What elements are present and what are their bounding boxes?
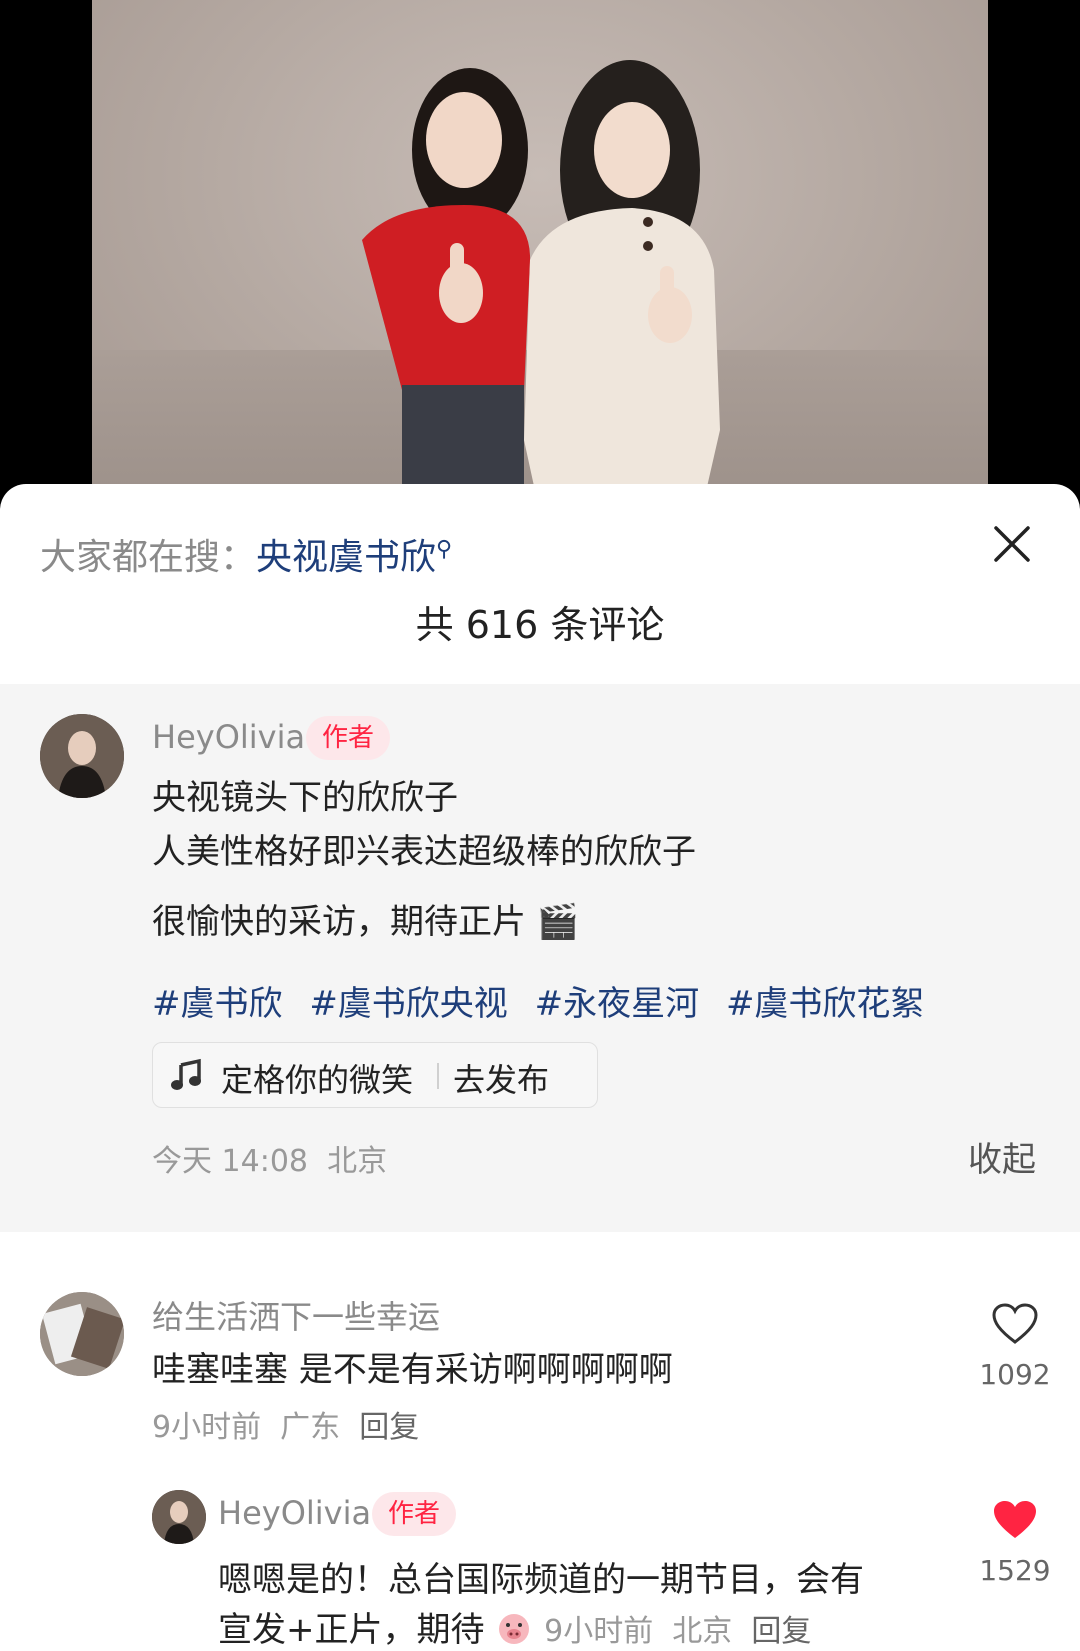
avatar[interactable] (40, 1292, 124, 1376)
comments-sheet: 大家都在搜：央视虞书欣⚲ 共 616 条评论 HeyOlivia 作者 央视镜头… (0, 484, 1080, 1651)
reply-meta: 9小时前 北京 回复 (544, 1614, 811, 1649)
avatar[interactable] (40, 714, 124, 798)
music-chip[interactable]: 定格你的微笑 去发布 (152, 1042, 598, 1108)
comment-time: 今天 14:08 (152, 1144, 308, 1179)
reply-text-line: 宣发+正片，期待 9小时前 北京 回复 (218, 1602, 811, 1651)
music-title: 定格你的微笑 (221, 1061, 414, 1099)
hashtag[interactable]: #永夜星河 (535, 984, 700, 1024)
comment-location: 北京 (327, 1144, 388, 1179)
search-suggestion[interactable]: 大家都在搜：央视虞书欣⚲ (40, 528, 452, 580)
comment-location: 广东 (280, 1410, 341, 1445)
author-badge: 作者 (306, 716, 390, 760)
pig-emoji-icon (499, 1614, 530, 1644)
chip-divider (437, 1063, 439, 1089)
hashtag[interactable]: #虞书欣花絮 (726, 984, 925, 1024)
comment-text-line: 人美性格好即兴表达超级棒的欣欣子 (152, 832, 696, 872)
two-people-illustration (362, 60, 720, 500)
hashtag-list: #虞书欣 #虞书欣央视 #永夜星河 #虞书欣花絮 (152, 976, 940, 1025)
hashtag[interactable]: #虞书欣央视 (309, 984, 508, 1024)
like-count: 1529 (979, 1554, 1051, 1587)
reply-username[interactable]: HeyOlivia (218, 1494, 371, 1532)
comment-text-line: 很愉快的采访，期待正片 🎬 (152, 902, 580, 942)
reply-button[interactable]: 回复 (359, 1410, 419, 1445)
post-photo[interactable] (0, 0, 1080, 500)
close-icon[interactable] (990, 522, 1034, 566)
like-button[interactable]: 1092 (970, 1302, 1060, 1391)
hashtag[interactable]: #虞书欣 (152, 984, 283, 1024)
comment-text: 哇塞哇塞 是不是有采访啊啊啊啊啊 (152, 1350, 673, 1390)
comment-meta: 9小时前 广东 回复 (152, 1402, 419, 1446)
like-count: 1092 (979, 1358, 1051, 1391)
avatar[interactable] (152, 1490, 206, 1544)
search-keyword[interactable]: 央视虞书欣 (256, 537, 436, 578)
search-icon: ⚲ (436, 537, 453, 562)
like-button[interactable]: 1529 (970, 1498, 1060, 1587)
comment-time: 9小时前 (152, 1410, 262, 1445)
comments-count-title: 共 616 条评论 (415, 603, 665, 647)
search-prefix: 大家都在搜： (40, 537, 257, 578)
author-comment: HeyOlivia 作者 央视镜头下的欣欣子 人美性格好即兴表达超级棒的欣欣子 … (0, 684, 1080, 1232)
comment-meta: 今天 14:08 北京 (152, 1136, 387, 1180)
heart-outline-icon (992, 1303, 1038, 1344)
heart-filled-icon (994, 1501, 1036, 1538)
photo-backdrop (92, 0, 988, 500)
reply-location: 北京 (672, 1614, 733, 1649)
collapse-button[interactable]: 收起 (968, 1132, 1036, 1181)
music-note-icon (171, 1058, 201, 1090)
comment-text-line: 央视镜头下的欣欣子 (152, 778, 458, 818)
commenter-username[interactable]: 给生活洒下一些幸运 (152, 1292, 440, 1338)
reply-text: 宣发+正片，期待 (218, 1610, 485, 1650)
reply-time: 9小时前 (544, 1614, 654, 1649)
author-badge: 作者 (372, 1492, 456, 1536)
publish-button[interactable]: 去发布 (453, 1055, 549, 1101)
author-username[interactable]: HeyOlivia (152, 718, 305, 756)
reply-button[interactable]: 回复 (751, 1614, 811, 1649)
reply-text-line: 嗯嗯是的！总台国际频道的一期节目，会有 (218, 1560, 864, 1600)
